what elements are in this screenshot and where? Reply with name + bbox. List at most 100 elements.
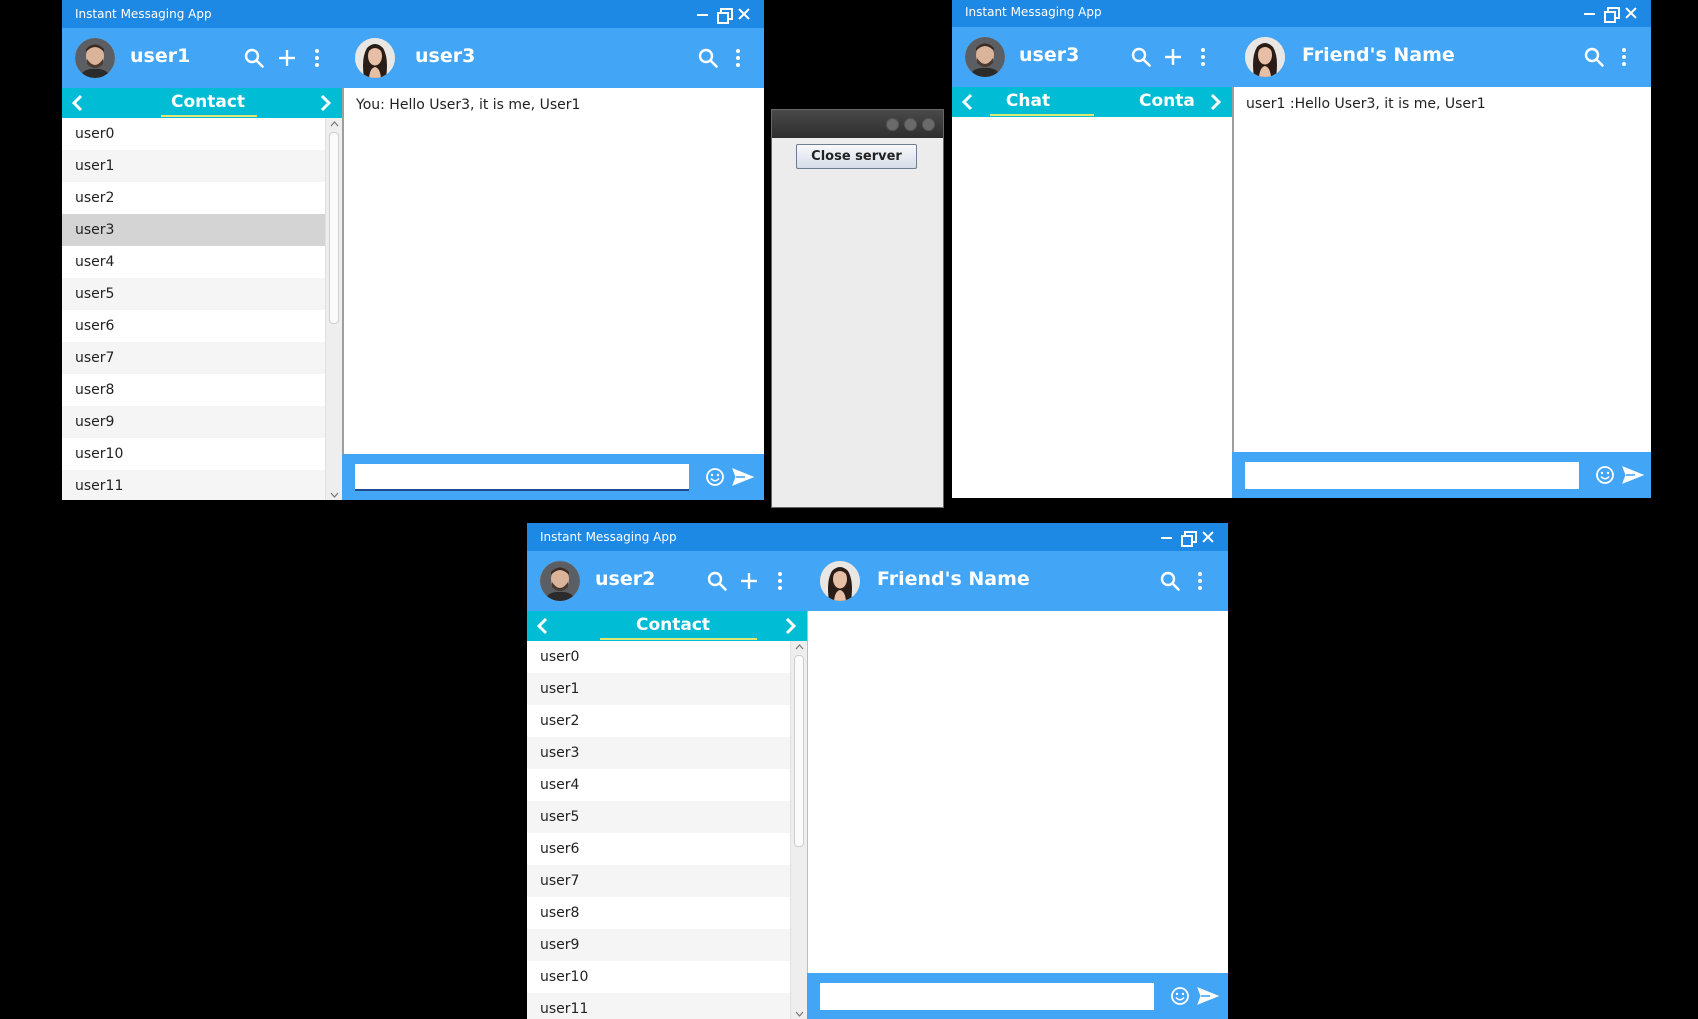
close-server-button[interactable]: Close server [796,144,917,169]
contact-item-selected[interactable]: user3 [62,214,325,246]
contact-item[interactable]: user1 [527,673,790,705]
maximize-icon[interactable] [904,118,917,131]
user-avatar[interactable] [965,37,1005,77]
contact-list: user0 user1 user2 user3 user4 user5 user… [527,641,790,1019]
contact-item[interactable]: user10 [527,961,790,993]
contact-item[interactable]: user6 [62,310,325,342]
emoji-icon[interactable] [1170,986,1190,1006]
search-icon[interactable] [1130,46,1152,68]
tab-underline [600,638,757,640]
restore-icon[interactable] [1604,6,1620,23]
more-vert-icon[interactable] [1189,570,1211,592]
contact-scrollbar[interactable] [325,118,342,500]
more-vert-icon[interactable] [727,47,749,69]
server-titlebar[interactable] [772,110,943,138]
minimize-icon[interactable] [886,118,899,131]
window-user1: Instant Messaging App user1 user3 Contac… [62,0,764,500]
contact-item[interactable]: user4 [62,246,325,278]
scroll-down-icon[interactable] [795,1011,804,1017]
restore-icon[interactable] [1181,531,1197,547]
chevron-left-icon[interactable] [535,617,551,635]
contact-item[interactable]: user9 [62,406,325,438]
contact-item[interactable]: user11 [62,470,325,500]
friend-avatar[interactable] [355,38,395,78]
contact-scrollbar[interactable] [790,641,807,1019]
chevron-right-icon[interactable] [1207,93,1223,111]
message-input[interactable] [820,983,1154,1010]
close-icon[interactable] [1202,531,1214,543]
chevron-left-icon[interactable] [70,94,86,112]
tab-contact[interactable]: Contact [162,88,254,118]
search-icon[interactable] [706,570,728,592]
window-title: Instant Messaging App [540,530,677,544]
send-icon[interactable] [1197,986,1219,1006]
scroll-thumb[interactable] [329,132,339,324]
search-icon[interactable] [1159,570,1181,592]
contact-item[interactable]: user8 [527,897,790,929]
titlebar[interactable]: Instant Messaging App [527,523,1228,551]
contact-item[interactable]: user1 [62,150,325,182]
chevron-left-icon[interactable] [960,93,976,111]
contact-item[interactable]: user7 [62,342,325,374]
close-icon[interactable] [922,118,935,131]
search-icon[interactable] [697,47,719,69]
plus-icon[interactable] [276,47,298,69]
more-vert-icon[interactable] [306,47,328,69]
friend-avatar[interactable] [820,561,860,601]
contact-item[interactable]: user2 [62,182,325,214]
contact-item[interactable]: user10 [62,438,325,470]
search-icon[interactable] [1583,46,1605,68]
contact-item[interactable]: user8 [62,374,325,406]
chat-area [807,611,1228,973]
minimize-icon[interactable] [1584,12,1595,15]
chevron-right-icon[interactable] [782,617,798,635]
tab-contact[interactable]: Contact [627,611,719,641]
user-name: user3 [1019,44,1080,66]
contact-item[interactable]: user7 [527,865,790,897]
contact-item[interactable]: user2 [527,705,790,737]
scroll-down-icon[interactable] [330,492,339,498]
titlebar[interactable]: Instant Messaging App [62,0,764,28]
more-vert-icon[interactable] [1613,46,1635,68]
contact-item[interactable]: user11 [527,993,790,1019]
contact-item[interactable]: user6 [527,833,790,865]
minimize-icon[interactable] [1161,537,1172,539]
user-avatar[interactable] [75,38,115,78]
message-input[interactable] [1245,462,1579,489]
contact-item[interactable]: user4 [527,769,790,801]
contact-item[interactable]: user0 [527,641,790,673]
send-icon[interactable] [1622,465,1644,485]
minimize-icon[interactable] [697,14,708,16]
header: user2 Friend's Name [527,551,1228,611]
more-vert-icon[interactable] [769,570,791,592]
titlebar[interactable]: Instant Messaging App [952,0,1651,27]
more-vert-icon[interactable] [1192,46,1214,68]
contact-item[interactable]: user9 [527,929,790,961]
friend-name: Friend's Name [877,568,1030,590]
plus-icon[interactable] [1162,46,1184,68]
composer [807,973,1228,1019]
contact-item[interactable]: user3 [527,737,790,769]
send-icon[interactable] [732,467,754,487]
plus-icon[interactable] [738,570,760,592]
tab-chat[interactable]: Chat [990,87,1066,117]
friend-avatar[interactable] [1245,37,1285,77]
search-icon[interactable] [243,47,265,69]
contact-item[interactable]: user5 [527,801,790,833]
contact-item[interactable]: user0 [62,118,325,150]
window-user2: Instant Messaging App user2 Friend's Nam… [527,523,1228,1019]
close-icon[interactable] [1625,7,1637,19]
tab-contact[interactable]: Conta [1139,87,1201,117]
user-avatar[interactable] [540,561,580,601]
message-input[interactable] [355,464,689,491]
contact-item[interactable]: user5 [62,278,325,310]
emoji-icon[interactable] [1595,465,1615,485]
scroll-thumb[interactable] [794,655,804,847]
chevron-right-icon[interactable] [317,94,333,112]
emoji-icon[interactable] [705,467,725,487]
scroll-up-icon[interactable] [330,121,339,127]
user-name: user1 [130,45,191,67]
restore-icon[interactable] [717,8,733,24]
close-icon[interactable] [738,8,750,20]
scroll-up-icon[interactable] [795,644,804,650]
